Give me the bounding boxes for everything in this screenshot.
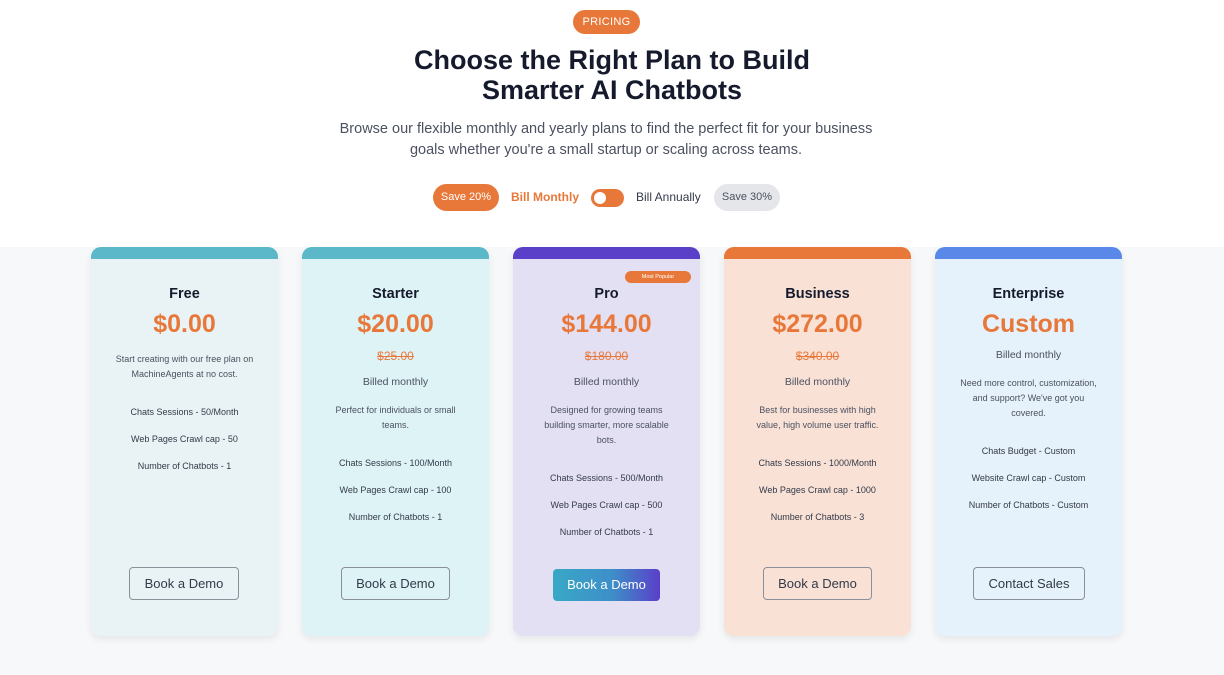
description-line: teams. — [381, 420, 409, 430]
page-title: Choose the Right Plan to Build Smarter A… — [362, 45, 862, 105]
plan-card-pro: Most Popular Pro $144.00 $180.00 Billed … — [513, 247, 700, 636]
pricing-badge: PRICING — [573, 10, 640, 34]
plans-section: Free $0.00 Start creating with our free … — [0, 247, 1224, 675]
plan-price: $20.00 — [357, 310, 434, 338]
plan-name: Enterprise — [992, 286, 1065, 302]
description-line: Best for businesses with high — [759, 405, 876, 415]
plan-card-business: Business $272.00 $340.00 Billed monthly … — [724, 247, 911, 636]
plan-old-price: $340.00 — [795, 349, 840, 363]
plan-feature: Web Pages Crawl cap - 50 — [131, 434, 238, 444]
plan-description: Perfect for individuals or small teams. — [320, 403, 471, 433]
billing-toggle-switch[interactable] — [591, 189, 624, 207]
plan-card-free: Free $0.00 Start creating with our free … — [91, 247, 278, 636]
plan-card-starter: Starter $20.00 $25.00 Billed monthly Per… — [302, 247, 489, 636]
plan-feature: Number of Chatbots - 1 — [348, 512, 443, 522]
plan-billing-period: Billed monthly — [573, 376, 640, 388]
plan-feature: Web Pages Crawl cap - 1000 — [759, 485, 876, 495]
save-monthly-badge: Save 20% — [433, 184, 499, 211]
card-accent-bar — [935, 247, 1122, 259]
plan-name: Free — [169, 286, 200, 302]
plan-name: Business — [785, 286, 850, 302]
plan-card-enterprise: Enterprise Custom Billed monthly Need mo… — [935, 247, 1122, 636]
plan-price: $144.00 — [561, 310, 652, 338]
plan-feature: Number of Chatbots - 3 — [770, 512, 865, 522]
plan-feature: Number of Chatbots - 1 — [559, 527, 654, 537]
plan-feature: Chats Sessions - 1000/Month — [758, 458, 877, 468]
billing-toggle-row: Save 20% Bill Monthly Bill Annually Save… — [0, 184, 1224, 211]
plan-billing-period: Billed monthly — [362, 376, 429, 388]
plan-description: Need more control, customization, and su… — [949, 376, 1108, 421]
plan-old-price: $25.00 — [377, 349, 414, 363]
subtitle-line-1: Browse our flexible monthly and yearly p… — [339, 121, 873, 137]
plan-description: Designed for growing teams building smar… — [531, 403, 682, 448]
plan-feature: Web Pages Crawl cap - 100 — [339, 485, 452, 495]
book-demo-button[interactable]: Book a Demo — [553, 569, 660, 601]
most-popular-badge: Most Popular — [625, 271, 691, 283]
plan-billing-period: Billed monthly — [995, 349, 1062, 361]
plan-description: Best for businesses with high value, hig… — [742, 403, 893, 433]
card-accent-bar — [724, 247, 911, 259]
card-accent-bar — [91, 247, 278, 259]
description-line: Start creating with our free plan on — [115, 354, 254, 364]
plan-feature: Chats Sessions - 50/Month — [130, 407, 239, 417]
toggle-knob — [594, 192, 606, 204]
description-line: bots. — [596, 435, 617, 445]
card-accent-bar — [302, 247, 489, 259]
description-line: MachineAgents at no cost. — [131, 369, 238, 379]
plan-name: Starter — [372, 286, 419, 302]
subtitle-line-2: goals whether you're a small startup or … — [409, 142, 803, 158]
plan-feature: Chats Budget - Custom — [981, 446, 1076, 456]
bill-annually-label[interactable]: Bill Annually — [636, 184, 701, 211]
plan-old-price: $180.00 — [584, 349, 629, 363]
title-line-2: Smarter AI Chatbots — [481, 75, 743, 105]
description-line: value, high volume user traffic. — [756, 420, 879, 430]
plan-price: $0.00 — [153, 310, 216, 338]
plan-price: $272.00 — [772, 310, 863, 338]
plan-feature: Website Crawl cap - Custom — [971, 473, 1086, 483]
plan-description: Start creating with our free plan on Mac… — [109, 352, 260, 382]
plan-feature: Chats Sessions - 100/Month — [338, 458, 453, 468]
bill-monthly-label[interactable]: Bill Monthly — [511, 184, 579, 211]
description-line: Perfect for individuals or small — [335, 405, 456, 415]
book-demo-button[interactable]: Book a Demo — [341, 567, 450, 600]
plan-feature: Web Pages Crawl cap - 500 — [550, 500, 663, 510]
description-line: Need more control, customization, — [960, 378, 1097, 388]
description-line: building smarter, more scalable — [544, 420, 669, 430]
plan-feature: Number of Chatbots - Custom — [968, 500, 1089, 510]
save-annual-badge: Save 30% — [714, 184, 780, 211]
description-line: and support? We've got you — [972, 393, 1085, 403]
pricing-header: PRICING Choose the Right Plan to Build S… — [0, 0, 1224, 247]
card-accent-bar — [513, 247, 700, 259]
contact-sales-button[interactable]: Contact Sales — [973, 567, 1085, 600]
description-line: covered. — [1011, 408, 1046, 418]
plan-feature: Chats Sessions - 500/Month — [549, 473, 664, 483]
book-demo-button[interactable]: Book a Demo — [129, 567, 239, 600]
title-line-1: Choose the Right Plan to Build — [414, 45, 810, 75]
page-subtitle: Browse our flexible monthly and yearly p… — [320, 119, 892, 161]
plan-price: Custom — [981, 310, 1076, 338]
description-line: Designed for growing teams — [550, 405, 663, 415]
plan-billing-period: Billed monthly — [784, 376, 851, 388]
plan-feature: Number of Chatbots - 1 — [137, 461, 232, 471]
book-demo-button[interactable]: Book a Demo — [763, 567, 872, 600]
plan-name: Pro — [594, 286, 619, 302]
